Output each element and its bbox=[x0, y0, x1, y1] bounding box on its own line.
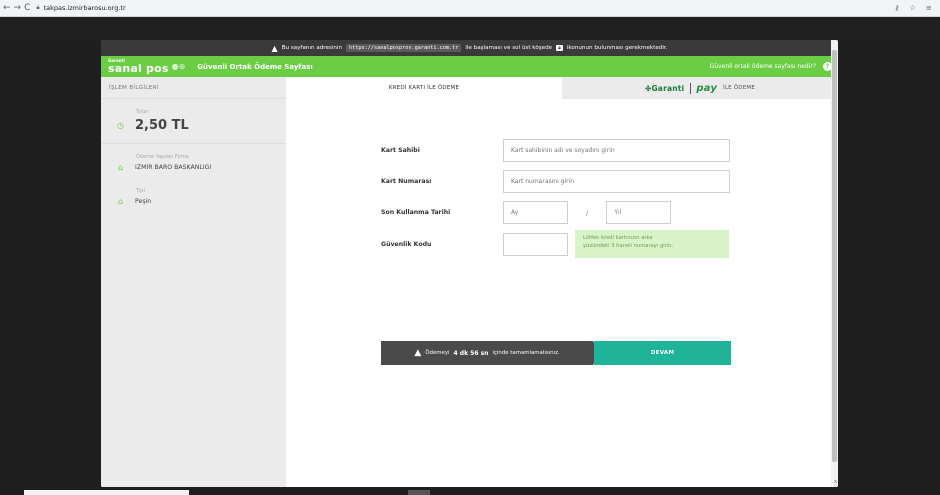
company-value: IZMIR BARO BASKANLIGI bbox=[135, 164, 212, 171]
amount-label: Tutar bbox=[136, 109, 149, 115]
key-icon[interactable]: ⚷ bbox=[894, 4, 899, 12]
address-bar[interactable]: 🔒︎ takpas.izmirbarosu.org.tr bbox=[36, 2, 884, 14]
warning-icon: ▲ bbox=[271, 43, 278, 53]
bottom-bar bbox=[0, 488, 940, 495]
tab-garanti-pay[interactable]: ✤ Garanti pay İLE ÖDEME bbox=[562, 77, 838, 99]
expiry-year-input[interactable] bbox=[606, 201, 672, 224]
help-link[interactable]: Güvenli ortak ödeme sayfası nedir? bbox=[710, 63, 816, 70]
timer-value: 4 dk 56 sn bbox=[453, 349, 489, 357]
garanti-text: Garanti bbox=[651, 83, 685, 93]
card-holder-input[interactable] bbox=[503, 139, 730, 162]
page-backdrop bbox=[0, 17, 940, 40]
number-row: Kart Numarası bbox=[381, 170, 730, 193]
timer-suffix: içinde tamamlamalısınız. bbox=[492, 350, 560, 356]
cvv-hint-line2: yüzündeki 3 haneli numarayı girin. bbox=[583, 243, 674, 250]
back-icon[interactable]: ← bbox=[3, 1, 11, 15]
timer-prefix: Ödemeyi bbox=[425, 350, 450, 356]
transaction-sidebar: İŞLEM BİLGİLERİ Tutar ◷ 2,50 TL Ödeme Ya… bbox=[101, 77, 286, 487]
payment-window: ▲ Bu sayfanın adresinin https://sanalpos… bbox=[101, 40, 838, 487]
content-area: İŞLEM BİLGİLERİ Tutar ◷ 2,50 TL Ödeme Ya… bbox=[101, 77, 838, 487]
page-title: Güvenli Ortak Ödeme Sayfası bbox=[197, 62, 313, 71]
type-value: Peşin bbox=[135, 198, 152, 205]
security-notice: ▲ Bu sayfanın adresinin https://sanalpos… bbox=[101, 40, 838, 56]
bag-icon: ⌂ bbox=[117, 197, 124, 206]
holder-label: Kart Sahibi bbox=[381, 147, 420, 154]
url-text: takpas.izmirbarosu.org.tr bbox=[43, 4, 126, 12]
download-bar[interactable] bbox=[24, 490, 189, 495]
reload-icon[interactable]: C bbox=[24, 1, 30, 15]
card-number-input[interactable] bbox=[503, 170, 730, 193]
amount-block: Tutar ◷ 2,50 TL bbox=[101, 99, 286, 144]
tab-credit-card-label: KREDİ KARTI İLE ÖDEME bbox=[388, 85, 460, 91]
notice-suffix: ikonunun bulunması gerekmektedir. bbox=[566, 45, 668, 51]
close-icon[interactable]: x bbox=[834, 479, 837, 485]
tab-credit-card[interactable]: KREDİ KARTI İLE ÖDEME bbox=[286, 77, 562, 99]
tab-garanti-pay-label: İLE ÖDEME bbox=[723, 85, 756, 91]
sidebar-heading: İŞLEM BİLGİLERİ bbox=[101, 77, 286, 99]
holder-row: Kart Sahibi bbox=[381, 139, 730, 162]
cvv-hint-line1: Lütfen kredi kartınızın arka bbox=[583, 235, 653, 241]
expiry-separator: / bbox=[586, 208, 589, 217]
browser-toolbar: ← → C 🔒︎ takpas.izmirbarosu.org.tr ⚷ ☆ ≡… bbox=[0, 0, 940, 17]
header-bar: Garanti sanal pos ●⊕ Güvenli Ortak Ödeme… bbox=[101, 56, 838, 77]
bag-icon: ⌂ bbox=[117, 163, 124, 172]
lock-icon: 🔒︎ bbox=[556, 45, 563, 51]
notice-middle: ile başlaması ve sol üst köşede bbox=[465, 45, 553, 51]
amount-value: 2,50 TL bbox=[135, 118, 189, 133]
cvv-label: Güvenlik Kodu bbox=[381, 240, 432, 248]
expiry-label: Son Kullanma Tarihi bbox=[381, 209, 451, 216]
lock-icon: 🔒︎ bbox=[36, 4, 40, 11]
company-block: Ödeme Yapılan Firma ⌂ IZMIR BARO BASKANL… bbox=[101, 144, 286, 182]
pay-logo: pay bbox=[690, 82, 717, 94]
sanalpos-logo: Garanti sanal pos bbox=[108, 59, 169, 75]
number-label: Kart Numarası bbox=[381, 178, 432, 185]
type-block: Tipi ⌂ Peşin bbox=[101, 182, 286, 216]
star-icon[interactable]: ☆ bbox=[910, 4, 916, 12]
continue-button[interactable]: DEVAM bbox=[594, 341, 731, 365]
forward-icon[interactable]: → bbox=[14, 1, 22, 15]
company-label: Ödeme Yapılan Firma bbox=[136, 154, 189, 160]
bottom-tab[interactable] bbox=[408, 490, 430, 495]
notice-prefix: Bu sayfanın adresinin bbox=[281, 45, 343, 51]
logo-sanalpos-text: sanal pos bbox=[108, 62, 169, 75]
scrollbar[interactable] bbox=[831, 40, 838, 487]
notice-address: https://sanalposprov.garanti.com.tr bbox=[346, 44, 462, 52]
warning-icon: ▲ bbox=[414, 348, 422, 358]
logo-mark-icon: ●⊕ bbox=[171, 62, 186, 71]
cvv-hint: Lütfen kredi kartınızın arka yüzündeki 3… bbox=[575, 230, 729, 258]
type-label: Tipi bbox=[136, 188, 145, 194]
payment-tabs: KREDİ KARTI İLE ÖDEME ✤ Garanti pay İLE … bbox=[286, 77, 838, 99]
cvv-row: Güvenlik Kodu Lütfen kredi kartınızın ar… bbox=[381, 230, 729, 258]
timer-banner: ▲ Ödemeyi 4 dk 56 sn içinde tamamlamalıs… bbox=[381, 341, 593, 365]
payment-main: KREDİ KARTI İLE ÖDEME ✤ Garanti pay İLE … bbox=[286, 77, 838, 487]
expiry-row: Son Kullanma Tarihi / bbox=[381, 201, 672, 224]
scrollbar-thumb[interactable] bbox=[832, 50, 837, 462]
cvv-input[interactable] bbox=[503, 232, 568, 256]
expiry-month-input[interactable] bbox=[503, 201, 568, 224]
clock-icon: ◷ bbox=[117, 121, 124, 130]
extension-icon[interactable]: ≡ bbox=[926, 4, 932, 12]
